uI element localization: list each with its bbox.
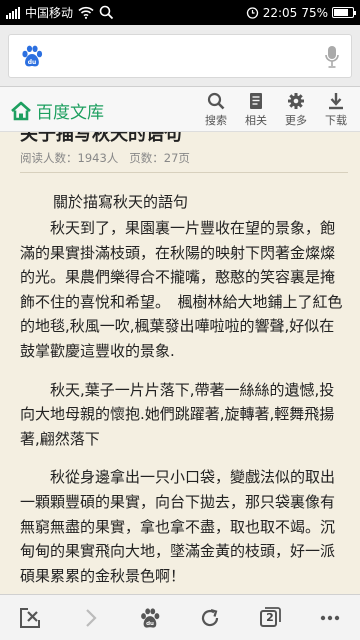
document-meta: 阅读人数：1943人 页数：27页 xyxy=(20,150,190,166)
tab-count: 2 xyxy=(266,610,274,624)
related-button[interactable]: 相关 xyxy=(236,92,276,128)
download-button[interactable]: 下载 xyxy=(316,92,356,128)
document-heading: 關於描寫秋天的語句 xyxy=(53,193,189,211)
search-button[interactable]: 搜索 xyxy=(196,92,236,128)
baidu-paw-icon: du xyxy=(141,607,160,628)
document-view[interactable]: 关于描写秋天的语句 阅读人数：1943人 页数：27页 關於描寫秋天的語句 秋天… xyxy=(0,132,360,594)
paragraph: 秋從身邊拿出一只小口袋，變戲法似的取出一顆顆豐碩的果實，向台下拋去，那只袋裏像有… xyxy=(20,468,336,585)
document-body: 關於描寫秋天的語句 秋天到了，果園裏一片豐收在望的景象，飽滿的果實掛滿枝頭，在秋… xyxy=(20,190,348,594)
carrier-label: 中国移动 xyxy=(25,6,74,20)
chevron-right-icon xyxy=(86,608,97,627)
svg-text:du: du xyxy=(28,59,37,66)
baidu-home-button[interactable]: du xyxy=(130,598,170,638)
forward-button[interactable] xyxy=(70,598,110,638)
paragraph: 秋天到了，果園裏一片豐收在望的景象，飽滿的果實掛滿枝頭，在秋陽的映射下閃著金燦燦… xyxy=(20,219,343,360)
microphone-icon[interactable] xyxy=(325,45,339,69)
related-label: 相关 xyxy=(245,114,267,127)
svg-text:du: du xyxy=(146,621,154,627)
status-bar: 中国移动 22:05 75% xyxy=(0,0,360,25)
wenku-logo[interactable]: 百度文库 xyxy=(10,98,104,123)
home-icon xyxy=(11,101,31,120)
baidu-paw-icon[interactable]: du xyxy=(19,43,45,69)
tabs-button[interactable]: 2 xyxy=(250,598,290,638)
page-count: 页数：27页 xyxy=(129,151,190,165)
alarm-icon xyxy=(246,7,258,19)
wifi-icon xyxy=(78,6,94,19)
address-search-box[interactable]: du xyxy=(8,34,352,78)
signal-icon xyxy=(6,6,20,19)
battery-percent: 75% xyxy=(301,5,328,20)
reader-count: 阅读人数：1943人 xyxy=(20,151,119,165)
wenku-header: 百度文库 搜索 相关 更多 下载 xyxy=(0,87,360,132)
related-doc-icon xyxy=(250,93,262,109)
divider xyxy=(20,172,348,173)
refresh-button[interactable] xyxy=(190,598,230,638)
close-tab-icon xyxy=(20,607,40,628)
download-icon xyxy=(329,93,343,110)
menu-button[interactable] xyxy=(310,598,350,638)
gear-icon xyxy=(288,93,304,109)
close-page-button[interactable] xyxy=(10,598,50,638)
paragraph: 秋天,葉子一片片落下,帶著一絲絲的遺憾,投向大地母親的懷抱.她們跳躍著,旋轉著,… xyxy=(20,380,335,448)
more-button[interactable]: 更多 xyxy=(276,92,316,128)
search-icon xyxy=(207,92,225,110)
battery-icon xyxy=(332,7,356,18)
document-title: 关于描写秋天的语句 xyxy=(20,132,182,145)
clock-time: 22:05 xyxy=(262,5,298,20)
more-dots-icon xyxy=(320,615,340,620)
search-notification-icon xyxy=(99,5,114,20)
wenku-title: 百度文库 xyxy=(36,103,104,123)
download-label: 下载 xyxy=(325,114,347,127)
refresh-icon xyxy=(201,608,219,626)
browser-toolbar: du 2 xyxy=(0,594,360,640)
browser-bar: du xyxy=(0,25,360,87)
more-label: 更多 xyxy=(285,114,307,127)
search-label: 搜索 xyxy=(205,114,227,127)
